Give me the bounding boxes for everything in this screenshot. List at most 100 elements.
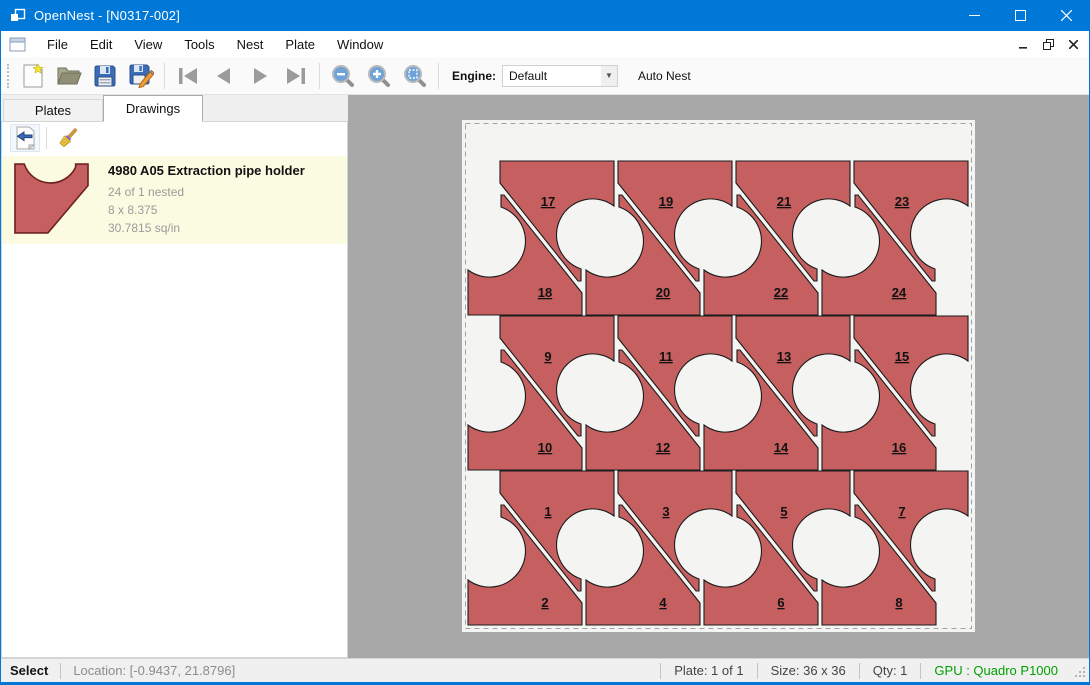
menu-window[interactable]: Window	[326, 33, 394, 56]
app-window: OpenNest - [N0317-002] File Edit View To…	[0, 0, 1090, 685]
tab-drawings[interactable]: Drawings	[103, 95, 203, 122]
mdi-close-icon	[1069, 40, 1078, 49]
drawing-dimensions: 8 x 8.375	[108, 201, 305, 219]
last-arrow-icon	[283, 65, 309, 87]
first-plate-button[interactable]	[170, 60, 206, 92]
mdi-minimize-button[interactable]	[1015, 37, 1031, 51]
engine-select[interactable]: Default ▼	[502, 65, 618, 87]
toolbar-separator	[438, 63, 439, 89]
last-plate-button[interactable]	[278, 60, 314, 92]
plate-qty: Qty: 1	[860, 663, 921, 678]
menu-edit[interactable]: Edit	[79, 33, 123, 56]
previous-arrow-icon	[211, 65, 237, 87]
clear-drawings-button[interactable]	[53, 124, 83, 152]
nest-part-label: 12	[656, 440, 670, 455]
app-icon	[10, 8, 26, 24]
nest-part-label: 23	[895, 194, 909, 209]
nest-part-label: 21	[777, 194, 791, 209]
resize-grip[interactable]	[1071, 663, 1087, 679]
nest-part-label: 1	[544, 504, 551, 519]
drawings-panel: 4980 A05 Extraction pipe holder 24 of 1 …	[1, 121, 348, 658]
close-button[interactable]	[1043, 0, 1089, 31]
part-thumbnail	[10, 163, 94, 235]
nest-part-label: 14	[774, 440, 789, 455]
next-plate-button[interactable]	[242, 60, 278, 92]
window-title: OpenNest - [N0317-002]	[34, 8, 180, 23]
drawing-list-item[interactable]: 4980 A05 Extraction pipe holder 24 of 1 …	[2, 156, 347, 244]
maximize-button[interactable]	[997, 0, 1043, 31]
toolbar-separator	[319, 63, 320, 89]
nest-part-label: 20	[656, 285, 670, 300]
nest-part-label: 3	[662, 504, 669, 519]
save-button[interactable]	[87, 60, 123, 92]
nest-part-label: 17	[541, 194, 555, 209]
panel-toolbar-separator	[46, 127, 47, 149]
title-bar: OpenNest - [N0317-002]	[1, 0, 1089, 31]
nest-drawing: 171921231820222491113151012141613572468	[462, 120, 975, 632]
nest-part-label: 4	[659, 595, 667, 610]
zoom-out-icon	[330, 63, 356, 89]
part-thumbnail-shape	[15, 164, 88, 233]
menu-file[interactable]: File	[36, 33, 79, 56]
menu-tools[interactable]: Tools	[173, 33, 225, 56]
import-drawing-button[interactable]	[10, 124, 40, 152]
maximize-icon	[1015, 10, 1026, 21]
open-folder-icon	[56, 64, 82, 88]
status-bar: Select Location: [-0.9437, 21.8796] Plat…	[1, 658, 1089, 682]
nest-part-label: 24	[892, 285, 907, 300]
nest-part-label: 9	[544, 349, 551, 364]
drawing-nested-count: 24 of 1 nested	[108, 183, 305, 201]
mdi-restore-button[interactable]	[1040, 37, 1056, 51]
minimize-button[interactable]	[951, 0, 997, 31]
mode-indicator: Select	[1, 663, 60, 678]
nest-part-label: 7	[898, 504, 905, 519]
zoom-out-button[interactable]	[325, 60, 361, 92]
toolbar-grip[interactable]	[7, 64, 9, 88]
nest-part-label: 8	[895, 595, 902, 610]
zoom-fit-button[interactable]	[397, 60, 433, 92]
auto-nest-button[interactable]: Auto Nest	[632, 65, 697, 87]
menu-bar: File Edit View Tools Nest Plate Window	[1, 31, 1089, 57]
first-arrow-icon	[175, 65, 201, 87]
zoom-in-button[interactable]	[361, 60, 397, 92]
nest-part-label: 16	[892, 440, 906, 455]
drawing-area: 30.7815 sq/in	[108, 219, 305, 237]
nest-part-label: 6	[777, 595, 784, 610]
previous-plate-button[interactable]	[206, 60, 242, 92]
main-toolbar: Engine: Default ▼ Auto Nest	[1, 57, 1089, 95]
gpu-indicator: GPU : Quadro P1000	[921, 663, 1071, 678]
save-as-button[interactable]	[123, 60, 159, 92]
new-button[interactable]	[15, 60, 51, 92]
nest-canvas[interactable]: 171921231820222491113151012141613572468	[348, 95, 1089, 658]
engine-label: Engine:	[452, 69, 496, 83]
zoom-in-icon	[366, 63, 392, 89]
zoom-fit-icon	[402, 63, 428, 89]
mdi-restore-icon	[1043, 39, 1054, 50]
plate: 171921231820222491113151012141613572468	[462, 120, 975, 632]
menu-plate[interactable]: Plate	[274, 33, 326, 56]
menu-view[interactable]: View	[123, 33, 173, 56]
menu-nest[interactable]: Nest	[226, 33, 275, 56]
drawings-toolbar	[2, 122, 347, 153]
mdi-minimize-icon	[1019, 40, 1028, 49]
new-document-icon	[21, 63, 45, 89]
nest-part-label: 5	[780, 504, 787, 519]
import-drawing-icon	[14, 126, 36, 150]
nest-part-label: 18	[538, 285, 552, 300]
close-icon	[1061, 10, 1072, 21]
nest-part-label: 13	[777, 349, 791, 364]
nest-part-label: 19	[659, 194, 673, 209]
tab-plates[interactable]: Plates	[3, 99, 103, 122]
nest-part-label: 10	[538, 440, 552, 455]
drawing-title: 4980 A05 Extraction pipe holder	[108, 163, 305, 178]
open-button[interactable]	[51, 60, 87, 92]
mdi-close-button[interactable]	[1065, 37, 1081, 51]
chevron-down-icon: ▼	[601, 66, 617, 86]
plate-count: Plate: 1 of 1	[661, 663, 756, 678]
cursor-location: Location: [-0.9437, 21.8796]	[61, 663, 247, 678]
engine-value: Default	[503, 69, 601, 83]
next-arrow-icon	[247, 65, 273, 87]
sidebar-tabs: Plates Drawings	[1, 95, 348, 122]
save-icon	[93, 64, 117, 88]
minimize-icon	[969, 10, 980, 21]
